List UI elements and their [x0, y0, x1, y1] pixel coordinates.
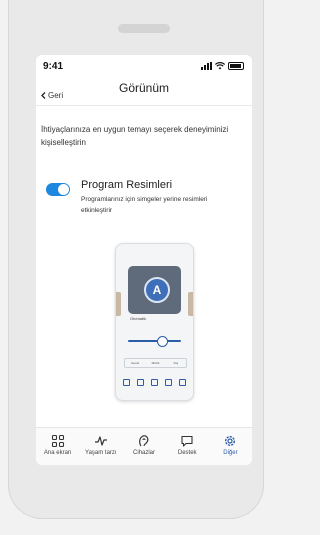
header-divider [36, 105, 252, 106]
description-text: İhtiyaçlarınıza en uygun temayı seçerek … [41, 125, 229, 147]
toggle-knob [58, 184, 69, 195]
back-label: Geri [48, 91, 64, 100]
page-title: Görünüm [118, 81, 170, 95]
tab-label: Destek [177, 450, 197, 456]
status-time: 9:41 [43, 61, 64, 72]
theme-preview-image: A Otomatik Genel Müzik Dış [115, 243, 194, 401]
tab-support[interactable]: Destek [166, 428, 209, 465]
speaker-grille [118, 24, 170, 33]
preview-tab-icon [123, 379, 131, 386]
setting-title: Program Resimleri [81, 179, 173, 191]
chevron-left-icon [41, 92, 46, 99]
tab-devices[interactable]: Cihazlar [122, 428, 165, 465]
tab-label: Cihazlar [133, 450, 156, 456]
status-bar: 9:41 [36, 55, 252, 75]
preview-volume-slider [128, 336, 181, 347]
preview-tab-icon [137, 379, 145, 386]
tab-label: Yaşam tarzı [85, 450, 117, 456]
phone-screen: 9:41 Görünüm Geri İhtiyaçlarınıza en uyg… [36, 55, 252, 465]
phone-frame: 9:41 Görünüm Geri İhtiyaçlarınıza en uyg… [8, 0, 264, 519]
preview-slider-knob [157, 336, 168, 347]
preview-thumb-left [116, 292, 121, 316]
back-button[interactable]: Geri [41, 91, 63, 100]
preview-segmented-control: Genel Müzik Dış [124, 358, 187, 368]
wifi-icon [215, 62, 225, 70]
bottom-tab-bar: Ana ekran Yaşam tarzı Cihazlar Destek Di… [36, 427, 252, 465]
preview-segment: Müzik [151, 361, 160, 365]
preview-program-card: A [128, 266, 181, 314]
battery-icon [228, 62, 244, 70]
preview-avatar: A [144, 277, 170, 303]
tab-label: Ana ekran [43, 450, 72, 456]
signal-icon [201, 62, 212, 70]
preview-tab-icon [164, 379, 172, 386]
preview-mode-label: Otomatik [130, 316, 147, 321]
preview-segment: Dış [173, 361, 179, 365]
setting-subtitle: Programlarınız için simgeler yerine resi… [81, 196, 208, 214]
preview-segment: Genel [131, 361, 140, 365]
preview-tab-icon [150, 379, 158, 386]
gear-icon [225, 435, 236, 447]
preview-tab-icon [178, 379, 186, 386]
grid-icon [51, 434, 64, 448]
pulse-icon [94, 436, 107, 446]
preview-tab-bar [120, 379, 189, 395]
chat-icon [181, 435, 193, 447]
tab-home[interactable]: Ana ekran [36, 428, 79, 465]
tab-more[interactable]: Diğer [209, 428, 252, 465]
system-icons [201, 62, 244, 70]
tab-lifestyle[interactable]: Yaşam tarzı [79, 428, 122, 465]
preview-thumb-right [188, 292, 193, 316]
program-images-toggle[interactable] [46, 183, 70, 196]
tab-label: Diğer [223, 450, 238, 456]
hearing-aid-icon [139, 435, 149, 447]
